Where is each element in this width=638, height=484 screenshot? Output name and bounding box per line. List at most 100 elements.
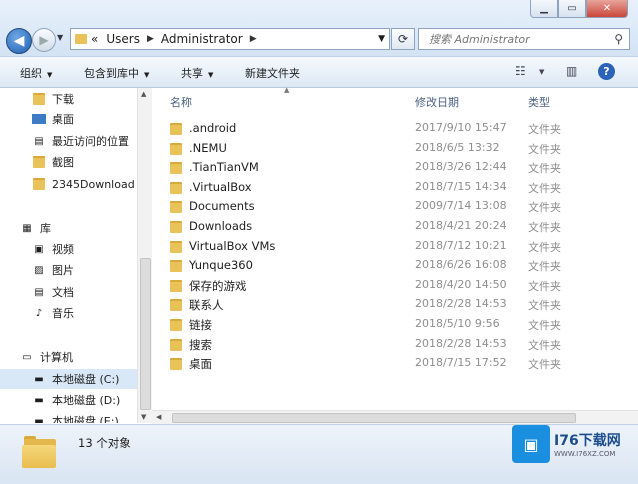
folder-icon [75, 34, 87, 44]
nav-item-label: 文档 [52, 286, 74, 299]
organize-menu[interactable]: 组织 ▼ [20, 65, 52, 81]
horizontal-scrollbar[interactable]: ◀ [152, 410, 638, 425]
nav-item-label: 下载 [52, 93, 74, 106]
address-prefix[interactable]: « [91, 32, 98, 46]
folder-icon [170, 358, 182, 371]
drive-icon: ▬ [34, 373, 44, 385]
folder-icon [170, 279, 182, 292]
nav-group-libraries[interactable]: ▦ 库 [0, 218, 140, 238]
window-controls: ▁ ▭ ✕ [530, 0, 628, 18]
maximize-button[interactable]: ▭ [558, 0, 586, 18]
file-name: .android [189, 121, 237, 135]
watermark-text: I76下载网 [554, 433, 621, 449]
file-date: 2018/7/15 17:52 [415, 356, 507, 370]
nav-item-drive-e[interactable]: ▬ 本地磁盘 (E:) [0, 411, 140, 423]
download-folder-icon [32, 93, 46, 106]
file-row[interactable]: 链接 2018/5/10 9:56 文件夹 [170, 314, 618, 334]
scrollbar-thumb[interactable] [140, 258, 151, 410]
breadcrumb-users[interactable]: Users [106, 32, 140, 46]
navigation-scrollbar[interactable]: ▲ ▼ [137, 88, 152, 423]
desktop-icon [32, 114, 46, 124]
nav-item-label: 截图 [52, 156, 74, 169]
scroll-down-icon[interactable]: ▼ [141, 413, 146, 421]
scrollbar-thumb[interactable] [172, 413, 576, 423]
nav-item-pictures[interactable]: ▨ 图片 [0, 260, 140, 280]
search-icon[interactable]: ⚲ [614, 32, 623, 46]
chevron-down-icon: ▼ [208, 71, 214, 79]
nav-item-screenshots[interactable]: 截图 [0, 152, 140, 172]
column-header-name[interactable]: 名称 [170, 94, 192, 110]
file-date: 2018/2/28 14:53 [415, 336, 507, 350]
search-input[interactable] [427, 31, 611, 47]
view-options-icon[interactable]: ☷ [515, 64, 526, 78]
view-dropdown-icon[interactable]: ▼ [539, 68, 544, 76]
nav-item-drive-d[interactable]: ▬ 本地磁盘 (D:) [0, 390, 140, 410]
file-date: 2018/6/5 13:32 [415, 140, 500, 154]
nav-item-desktop[interactable]: 桌面 [0, 109, 140, 129]
file-type: 文件夹 [528, 358, 561, 372]
file-type: 文件夹 [528, 142, 561, 156]
file-row[interactable]: .NEMU 2018/6/5 13:32 文件夹 [170, 138, 618, 158]
scroll-left-icon[interactable]: ◀ [156, 413, 161, 421]
nav-item-downloads[interactable]: 下载 [0, 89, 140, 109]
file-date: 2018/7/12 10:21 [415, 238, 507, 252]
close-button[interactable]: ✕ [586, 0, 628, 18]
forward-button[interactable]: ▶ [32, 28, 56, 52]
folder-icon [170, 319, 182, 331]
folder-icon [32, 178, 46, 191]
file-type: 文件夹 [528, 181, 561, 195]
scroll-up-icon[interactable]: ▲ [141, 90, 146, 98]
file-row[interactable]: .TianTianVM 2018/3/26 12:44 文件夹 [170, 157, 618, 177]
folder-icon [170, 221, 182, 233]
file-row[interactable]: 联系人 2018/2/28 14:53 文件夹 [170, 294, 618, 314]
include-in-library-menu[interactable]: 包含到库中 ▼ [84, 65, 149, 81]
nav-item-documents[interactable]: ▤ 文档 [0, 282, 140, 302]
nav-group-label: 库 [40, 222, 51, 235]
file-date: 2009/7/14 13:08 [415, 199, 507, 213]
file-row[interactable]: VirtualBox VMs 2018/7/12 10:21 文件夹 [170, 236, 618, 256]
nav-item-drive-c[interactable]: ▬ 本地磁盘 (C:) [0, 369, 140, 389]
file-row[interactable]: .android 2017/9/10 15:47 文件夹 [170, 118, 618, 138]
search-box[interactable]: ⚲ [418, 28, 630, 50]
back-button[interactable]: ◀ [6, 28, 32, 54]
file-type: 文件夹 [528, 279, 561, 293]
address-dropdown-icon[interactable]: ▼ [378, 34, 385, 44]
file-row[interactable]: 桌面 2018/7/15 17:52 文件夹 [170, 353, 618, 373]
nav-item-2345download[interactable]: 2345Download [0, 174, 140, 194]
file-type: 文件夹 [528, 221, 561, 234]
column-header-date[interactable]: 修改日期 [415, 94, 459, 110]
refresh-button[interactable]: ⟳ [391, 28, 415, 50]
file-row[interactable]: Downloads 2018/4/21 20:24 文件夹 [170, 216, 618, 236]
nav-group-label: 计算机 [40, 351, 73, 364]
nav-item-recent-places[interactable]: ▤ 最近访问的位置 [0, 131, 140, 151]
nav-item-label: 2345Download [52, 177, 135, 191]
file-date: 2018/2/28 14:53 [415, 297, 507, 311]
nav-group-computer[interactable]: ▭ 计算机 [0, 347, 140, 367]
file-row[interactable]: Documents 2009/7/14 13:08 文件夹 [170, 196, 618, 216]
breadcrumb-separator-icon[interactable]: ▶ [147, 34, 154, 44]
title-bar: ▁ ▭ ✕ ◀ ▶ ▼ « Users ▶ Administrator ▶ ▼ … [0, 0, 638, 57]
file-name: Yunque360 [189, 258, 253, 273]
chevron-down-icon: ▼ [144, 71, 150, 79]
folder-icon [170, 181, 182, 194]
new-folder-button[interactable]: 新建文件夹 [245, 65, 300, 81]
breadcrumb-administrator[interactable]: Administrator [161, 32, 243, 46]
recent-places-icon: ▤ [34, 135, 44, 147]
column-header-type[interactable]: 类型 [528, 94, 550, 110]
breadcrumb-separator-icon[interactable]: ▶ [250, 34, 257, 44]
file-type: 文件夹 [528, 319, 561, 332]
nav-item-music[interactable]: ♪ 音乐 [0, 303, 140, 323]
help-icon[interactable]: ? [598, 63, 615, 80]
address-bar[interactable]: « Users ▶ Administrator ▶ ▼ [70, 28, 390, 50]
minimize-button[interactable]: ▁ [530, 0, 558, 18]
share-menu[interactable]: 共享 ▼ [181, 65, 213, 81]
nav-item-videos[interactable]: ▣ 视频 [0, 239, 140, 259]
recent-pages-dropdown[interactable]: ▼ [57, 33, 63, 42]
file-row[interactable]: 保存的游戏 2018/4/20 14:50 文件夹 [170, 275, 618, 295]
preview-pane-icon[interactable]: ▥ [566, 64, 577, 78]
music-icon: ♪ [35, 307, 43, 319]
file-row[interactable]: Yunque360 2018/6/26 16:08 文件夹 [170, 255, 618, 275]
file-row[interactable]: .VirtualBox 2018/7/15 14:34 文件夹 [170, 177, 618, 197]
navigation-pane: 下载 桌面 ▤ 最近访问的位置 截图 2345Download ▦ 库 ▣ 视频 ▨ 图… [0, 88, 150, 423]
file-row[interactable]: 搜索 2018/2/28 14:53 文件夹 [170, 334, 618, 354]
